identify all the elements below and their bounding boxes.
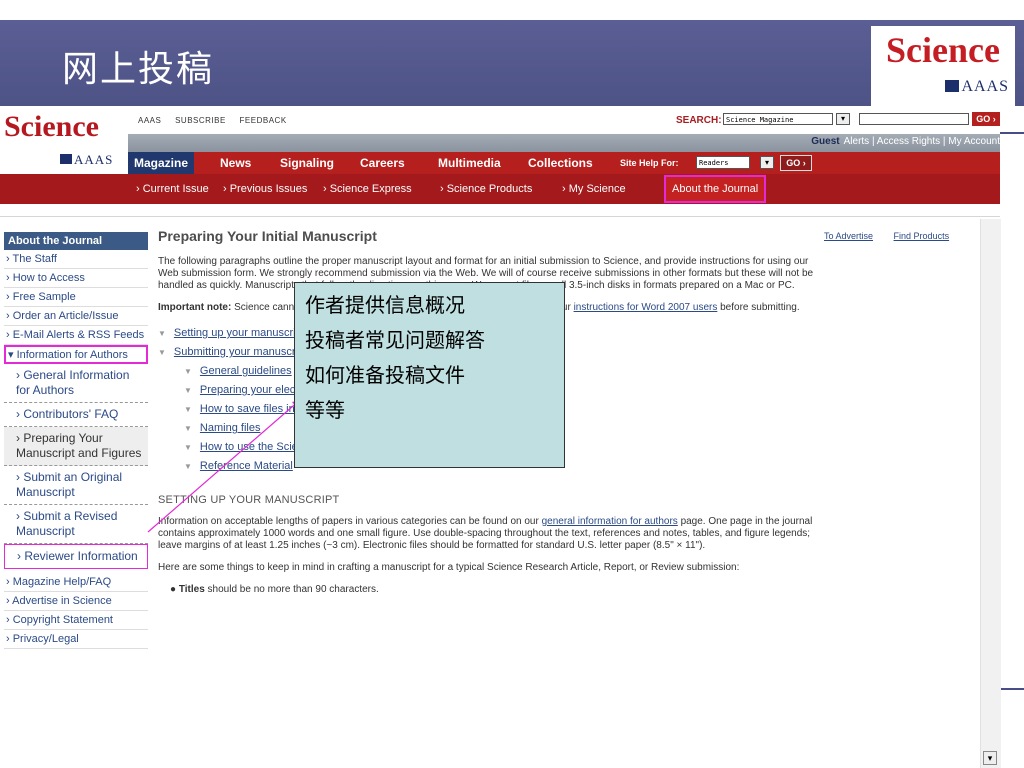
utility-links: AAAS SUBSCRIBE FEEDBACK [138, 116, 298, 125]
site-aaas-text: AAAS [74, 152, 114, 167]
callout-line: 等等 [305, 398, 345, 422]
word-2007-link[interactable]: instructions for Word 2007 users [574, 302, 718, 313]
slide-title: 网上投稿 [62, 49, 215, 90]
bullet-bold: Titles [178, 584, 205, 595]
browser-screenshot: Science AAAS AAAS SUBSCRIBE FEEDBACK SEA… [0, 106, 1024, 768]
bullet-rest: should be no more than 90 characters. [207, 584, 379, 595]
site-help-label: Site Help For: [620, 158, 679, 168]
tab-careers[interactable]: Careers [360, 152, 405, 174]
tab-news[interactable]: News [220, 152, 251, 174]
subnav-current-issue[interactable]: › Current Issue [136, 174, 209, 204]
account-line: Guest Alerts | Access Rights | My Account [811, 136, 1000, 147]
slide-rule-top [1000, 132, 1024, 134]
link-to-advertise[interactable]: To Advertise [824, 231, 873, 241]
account-links[interactable]: Alerts | Access Rights | My Account [844, 136, 1000, 147]
chevron-down-icon[interactable]: ▾ [836, 113, 850, 125]
subnav-previous-issues[interactable]: › Previous Issues [223, 174, 307, 204]
tab-signaling[interactable]: Signaling [280, 152, 334, 174]
scroll-down-arrow-icon[interactable]: ▾ [983, 751, 997, 765]
nav-sub-contributors-faq[interactable]: › Contributors' FAQ [4, 403, 148, 427]
subnav-science-express[interactable]: › Science Express [323, 174, 412, 204]
callout-box: 作者提供信息概况 投稿者常见问题解答 如何准备投稿文件 等等 [294, 282, 565, 468]
nav-item-staff[interactable]: › The Staff [4, 250, 148, 269]
subnav-my-science[interactable]: › My Science [562, 174, 626, 204]
nav-sub-submit-revised[interactable]: › Submit a Revised Manuscript [4, 505, 148, 544]
nav-item-copyright[interactable]: › Copyright Statement [4, 611, 148, 630]
nav-sub-preparing-manuscript[interactable]: › Preparing Your Manuscript and Figures [4, 427, 148, 466]
nav-item-how-to-access[interactable]: › How to Access [4, 269, 148, 288]
slide-rule-bottom [998, 688, 1024, 690]
link-find-products[interactable]: Find Products [894, 231, 950, 241]
pointer-arrow-line [147, 399, 301, 533]
nav-item-magazine-help[interactable]: › Magazine Help/FAQ [4, 573, 148, 592]
sub-nav: › Current Issue › Previous Issues › Scie… [0, 174, 1000, 204]
header-divider [0, 216, 1000, 217]
slide-logo-aaas: AAAS [945, 78, 1009, 96]
chevron-down-icon[interactable]: ▾ [760, 156, 774, 169]
nav-item-free-sample[interactable]: › Free Sample [4, 288, 148, 307]
search-go-button[interactable]: GO › [972, 112, 1000, 126]
aaas-mark-icon [60, 154, 72, 164]
guest-label: Guest [811, 136, 840, 147]
bullet-titles: ● Titles should be no more than 90 chara… [170, 584, 379, 595]
left-nav: About the Journal › The Staff › How to A… [4, 232, 148, 649]
crafting-paragraph: Here are some things to keep in mind in … [158, 562, 740, 573]
left-nav-header[interactable]: About the Journal [4, 232, 148, 250]
site-aaas-logo[interactable]: AAAS [60, 152, 113, 168]
tab-multimedia[interactable]: Multimedia [438, 152, 501, 174]
main-nav: Magazine News Signaling Careers Multimed… [128, 152, 1000, 174]
aaas-mark-icon [945, 80, 960, 92]
pointer-line [147, 399, 301, 533]
slide-logo-word: Science [886, 30, 1000, 70]
tab-collections[interactable]: Collections [528, 152, 593, 174]
subnav-about-journal[interactable]: About the Journal [664, 175, 767, 203]
search-scope-select[interactable]: Science Magazine [723, 113, 833, 125]
callout-line: 投稿者常见问题解答 [305, 328, 485, 352]
slide-logo-aaas-text: AAAS [961, 78, 1009, 95]
nav-item-info-for-authors[interactable]: ▾ Information for Authors [4, 345, 148, 364]
site-logo[interactable]: Science [4, 110, 132, 152]
slide-science-logo: Science AAAS [871, 26, 1015, 106]
tab-magazine[interactable]: Magazine [128, 152, 195, 174]
vertical-scrollbar[interactable] [980, 219, 1001, 768]
top-right-links: To Advertise Find Products [824, 231, 967, 241]
article-title: Preparing Your Initial Manuscript [158, 228, 377, 244]
nav-sub-general-info[interactable]: › General Information for Authors [4, 364, 148, 403]
callout-line: 如何准备投稿文件 [305, 363, 465, 387]
subnav-science-products[interactable]: › Science Products [440, 174, 532, 204]
nav-item-email-alerts[interactable]: › E-Mail Alerts & RSS Feeds [4, 326, 148, 345]
help-go-button[interactable]: GO › [780, 155, 812, 171]
search-label: SEARCH: [676, 115, 722, 126]
nav-item-advertise[interactable]: › Advertise in Science [4, 592, 148, 611]
help-audience-select[interactable]: Readers [696, 156, 750, 169]
nav-sub-reviewer-info[interactable]: › Reviewer Information [4, 544, 148, 569]
search-input[interactable] [859, 113, 969, 125]
callout-line: 作者提供信息概况 [305, 293, 465, 317]
util-link-aaas[interactable]: AAAS [138, 116, 161, 125]
important-tail: before submitting. [720, 302, 800, 313]
slide-top-margin [0, 0, 1024, 20]
nav-item-privacy[interactable]: › Privacy/Legal [4, 630, 148, 649]
util-link-subscribe[interactable]: SUBSCRIBE [175, 116, 226, 125]
nav-sub-submit-original[interactable]: › Submit an Original Manuscript [4, 466, 148, 505]
nav-item-order-article[interactable]: › Order an Article/Issue [4, 307, 148, 326]
general-info-link[interactable]: general information for authors [542, 516, 678, 527]
util-link-feedback[interactable]: FEEDBACK [240, 116, 287, 125]
